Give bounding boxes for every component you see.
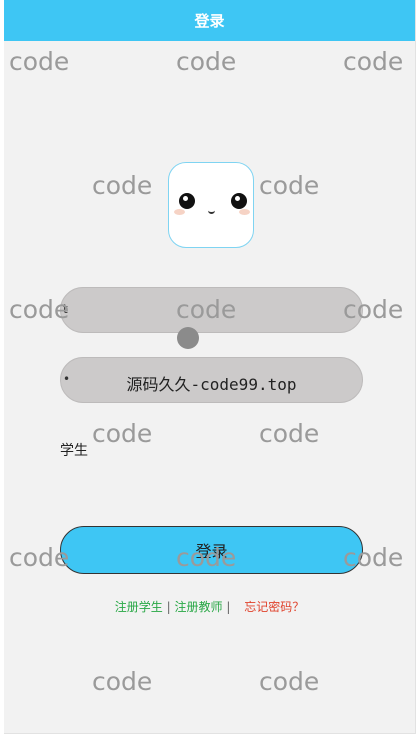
mouth — [208, 210, 215, 214]
right-eye — [231, 193, 247, 209]
account-links: 注册学生 | 注册教师 | 忘记密码？ — [4, 598, 415, 615]
app-screen: 登录 t • 源码久久-code99.top 学生 登录 注册学生 | 注册教师… — [4, 0, 416, 734]
password-value: 源码久久-code99.top — [126, 375, 297, 394]
username-icon: t — [63, 302, 68, 316]
left-cheek — [174, 209, 185, 215]
register-teacher-link[interactable]: 注册教师 — [174, 600, 222, 614]
drag-handle-dot[interactable] — [177, 327, 199, 349]
page-title: 登录 — [194, 12, 225, 30]
password-input[interactable]: • 源码久久-code99.top — [60, 357, 363, 403]
right-cheek — [239, 209, 250, 215]
login-button-label: 登录 — [195, 542, 228, 561]
forgot-password-link[interactable]: 忘记密码？ — [244, 600, 304, 614]
link-separator: | — [166, 600, 171, 614]
login-button[interactable]: 登录 — [60, 526, 363, 574]
header-bar: 登录 — [4, 0, 415, 41]
username-input[interactable]: t — [60, 287, 363, 333]
cute-face-avatar-icon — [168, 162, 254, 248]
role-selector[interactable]: 学生 — [60, 440, 88, 460]
register-student-link[interactable]: 注册学生 — [115, 600, 163, 614]
link-separator: | — [226, 600, 231, 614]
left-eye — [179, 193, 195, 209]
